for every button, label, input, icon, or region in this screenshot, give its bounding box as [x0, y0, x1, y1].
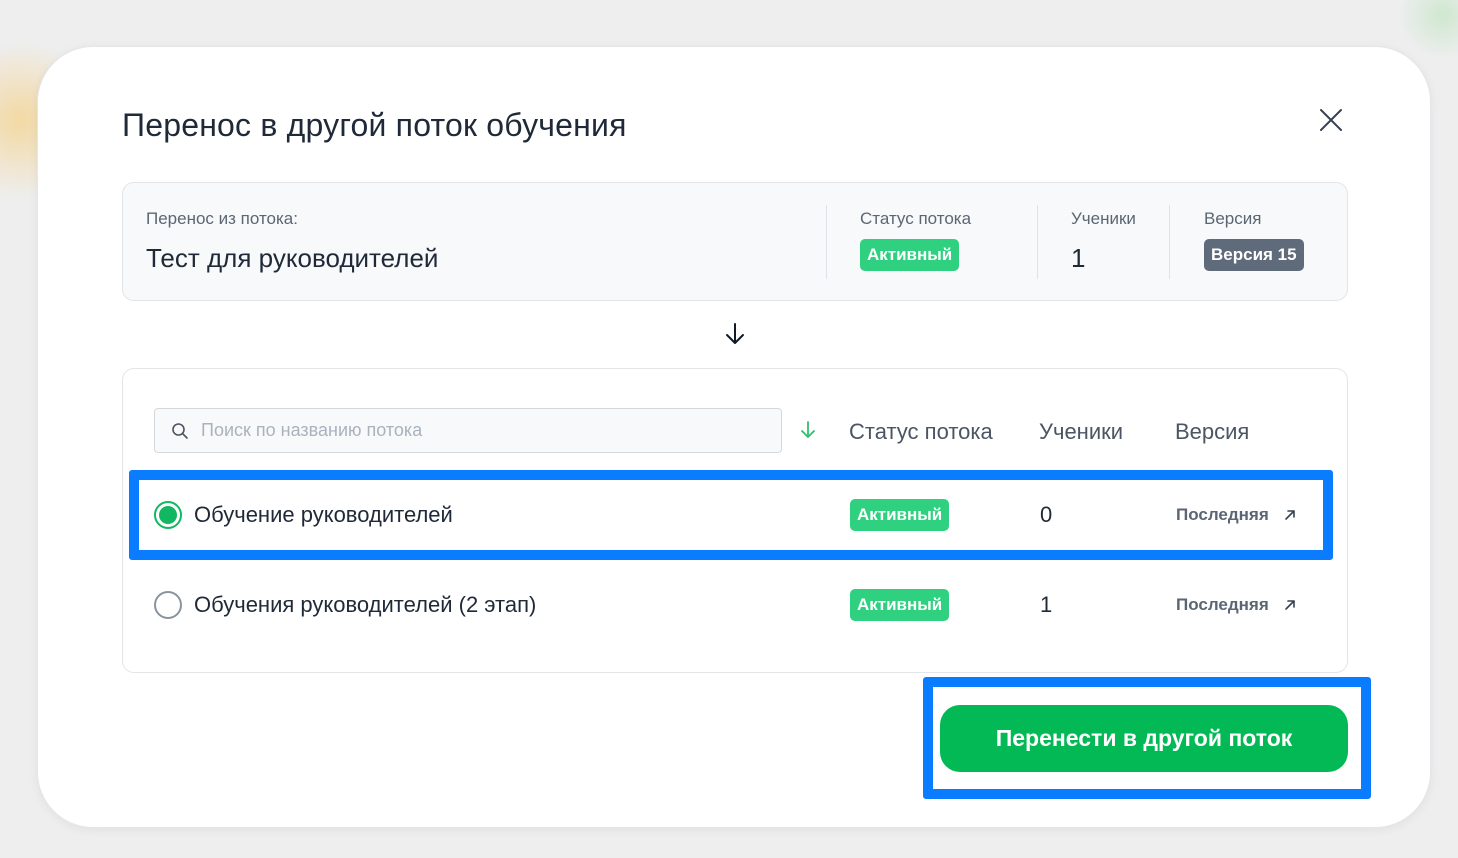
row-students-count: 1: [1040, 592, 1053, 617]
source-name: Тест для руководителей: [146, 243, 439, 273]
external-link-icon: [1284, 600, 1295, 610]
row-version-link[interactable]: Последняя: [1176, 505, 1297, 525]
column-header-students[interactable]: Ученики: [1039, 419, 1123, 445]
backdrop-decoration: [1398, 0, 1458, 60]
row-radio[interactable]: [154, 591, 182, 619]
row-radio[interactable]: [154, 501, 182, 529]
divider: [1037, 205, 1038, 279]
column-header-version[interactable]: Версия: [1175, 419, 1249, 445]
row-version-label: Последняя: [1176, 595, 1269, 614]
divider: [826, 205, 827, 279]
column-header-status[interactable]: Статус потока: [849, 419, 993, 445]
row-name: Обучение руководителей: [194, 502, 453, 527]
row-version-label: Последняя: [1176, 505, 1269, 524]
row-students-count: 0: [1040, 502, 1053, 527]
row-name: Обучения руководителей (2 этап): [194, 592, 537, 617]
search-icon: [172, 422, 188, 439]
close-icon: [1320, 109, 1342, 131]
source-version-label: Версия: [1204, 209, 1262, 228]
arrow-down-icon: [726, 323, 744, 344]
version-badge: Версия 15: [1204, 239, 1304, 271]
search-box: [154, 408, 782, 453]
status-badge: Активный: [850, 589, 950, 621]
table-row[interactable]: Обучение руководителей Активный 0 Послед…: [129, 470, 1333, 560]
close-button[interactable]: [1314, 103, 1348, 137]
transfer-modal: Перенос в другой поток обучения Перенос …: [37, 46, 1431, 828]
target-stream-list: Статус потока Ученики Версия Обучение ру…: [122, 368, 1348, 673]
transfer-submit-button[interactable]: Перенести в другой поток: [940, 705, 1348, 772]
table-row[interactable]: Обучения руководителей (2 этап) Активный…: [139, 561, 1343, 651]
source-status-label: Статус потока: [860, 209, 972, 228]
source-students-label: Ученики: [1071, 209, 1136, 228]
status-badge: Активный: [850, 499, 950, 531]
source-stream-card: Перенос из потока: Тест для руководителе…: [122, 182, 1348, 301]
source-label: Перенос из потока:: [146, 209, 298, 228]
divider: [1169, 205, 1170, 279]
external-link-icon: [1284, 510, 1295, 520]
source-students-count: 1: [1071, 243, 1086, 273]
row-version-link[interactable]: Последняя: [1176, 595, 1297, 615]
modal-title: Перенос в другой поток обучения: [122, 107, 627, 143]
status-badge: Активный: [860, 239, 960, 271]
sort-down-icon[interactable]: [799, 420, 817, 440]
search-input[interactable]: [201, 420, 761, 441]
